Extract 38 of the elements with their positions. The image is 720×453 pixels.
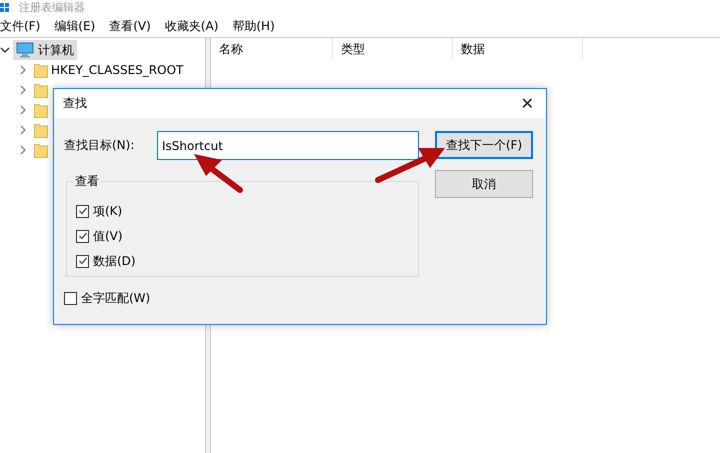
field-label: 查找目标(N): (64, 137, 136, 154)
column-header[interactable]: 名称 (211, 38, 333, 60)
check-icon (78, 206, 88, 216)
folder-icon (34, 62, 48, 78)
checkbox[interactable] (64, 292, 77, 304)
checkbox-label: 数据(D) (93, 252, 136, 270)
checkbox[interactable] (76, 204, 89, 218)
close-button[interactable]: ✕ (518, 94, 536, 113)
folder-icon (34, 142, 48, 158)
dialog-title: 查找 (63, 95, 87, 112)
folder-icon (34, 122, 48, 138)
folder-icon (34, 82, 48, 98)
folder-icon (34, 102, 48, 118)
checkbox-label: 项(K) (93, 202, 122, 220)
menu-item[interactable]: 帮助(H) (232, 18, 275, 34)
search-field[interactable]: IsShortcut (157, 131, 419, 160)
tree-item[interactable]: HKEY_CLASSES_ROOT (51, 63, 184, 77)
dialog-button[interactable]: 查找下一个(F) (435, 131, 533, 159)
menu-item[interactable]: 文件(F) (0, 18, 40, 34)
menu-item[interactable]: 收藏夹(A) (164, 18, 218, 34)
arrow (194, 154, 243, 193)
computer-icon (16, 42, 34, 58)
column-header[interactable]: 类型 (333, 38, 453, 60)
checkbox[interactable] (76, 254, 89, 268)
tree-item[interactable]: 计算机 (13, 40, 77, 60)
menu-item[interactable]: 编辑(E) (54, 18, 96, 34)
window-title: 注册表编辑器 (19, 0, 85, 15)
checkbox-label: 值(V) (93, 228, 123, 244)
menu-item[interactable]: 查看(V) (109, 18, 151, 34)
dialog-button[interactable]: 取消 (435, 170, 533, 198)
arrow (375, 148, 445, 183)
checkbox-label: 全字匹配(W) (81, 290, 150, 306)
column-header[interactable]: 数据 (453, 38, 583, 60)
app-icon (0, 3, 9, 12)
check-icon (78, 256, 88, 266)
checkbox[interactable] (76, 230, 89, 242)
chevron-icon[interactable] (0, 45, 10, 55)
check-icon (78, 231, 88, 241)
